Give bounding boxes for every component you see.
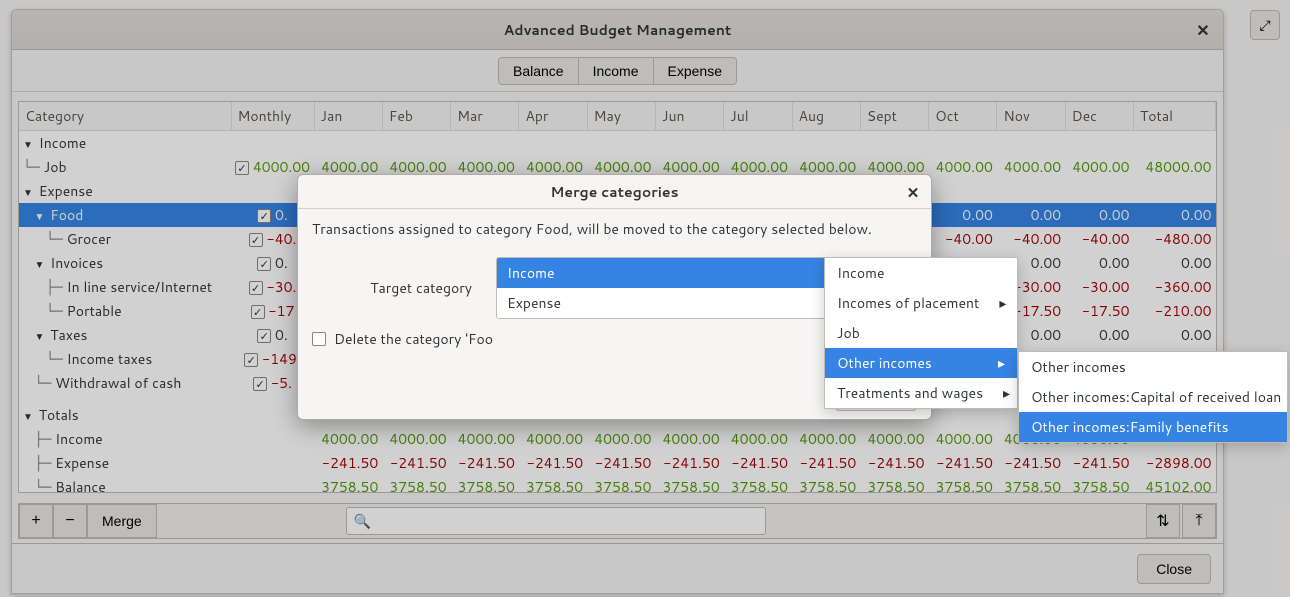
delete-category-checkbox[interactable] [312, 332, 326, 346]
menu-label: Other incomes:Capital of received loan [1031, 387, 1281, 407]
target-category-label: Target category [312, 278, 472, 298]
menu-item-other-incomes[interactable]: Other incomes ▸ [825, 348, 1017, 378]
dialog-description: Transactions assigned to category Food, … [312, 219, 917, 239]
dialog-close-button[interactable]: ✕ [903, 182, 923, 202]
delete-category-label: Delete the category 'Foo [334, 329, 493, 349]
menu-label: Other incomes [837, 353, 932, 373]
menu-item-capital[interactable]: Other incomes:Capital of received loan [1019, 382, 1287, 412]
dialog-titlebar: Merge categories ✕ [298, 175, 931, 209]
combo-option-label: Income [507, 263, 555, 283]
other-incomes-submenu: Other incomes Other incomes:Capital of r… [1018, 351, 1288, 443]
dialog-title: Merge categories [550, 182, 678, 202]
menu-label: Other incomes [1031, 357, 1126, 377]
chevron-right-icon: ▸ [999, 293, 1006, 313]
menu-item-other[interactable]: Other incomes [1019, 352, 1287, 382]
menu-item-treatments[interactable]: Treatments and wages ▸ [825, 378, 1017, 408]
menu-label: Job [837, 323, 860, 343]
menu-label: Incomes of placement [837, 293, 979, 313]
menu-item-job[interactable]: Job [825, 318, 1017, 348]
combo-option-label: Expense [507, 293, 561, 313]
menu-label: Income [837, 263, 885, 283]
chevron-right-icon: ▸ [998, 353, 1005, 373]
chevron-right-icon: ▸ [1003, 383, 1010, 403]
menu-label: Other incomes:Family benefits [1031, 417, 1229, 437]
menu-item-placement[interactable]: Incomes of placement ▸ [825, 288, 1017, 318]
close-icon: ✕ [907, 182, 920, 203]
menu-label: Treatments and wages [837, 383, 983, 403]
menu-item-income[interactable]: Income [825, 258, 1017, 288]
menu-item-family-benefits[interactable]: Other incomes:Family benefits [1019, 412, 1287, 442]
income-submenu: Income Incomes of placement ▸ Job Other … [824, 257, 1018, 409]
